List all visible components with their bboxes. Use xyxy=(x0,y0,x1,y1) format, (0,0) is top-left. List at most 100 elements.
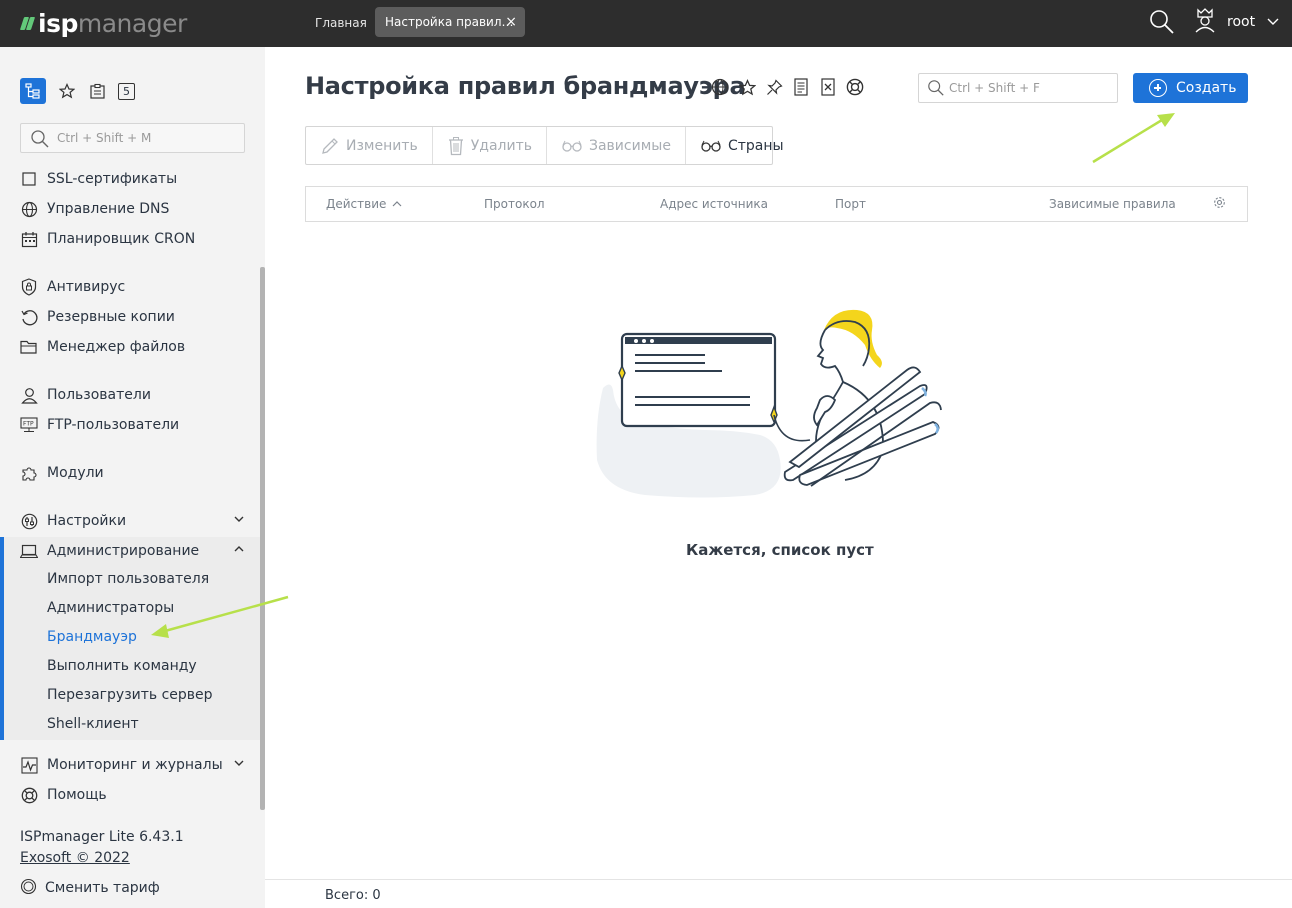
sidebar-item-users[interactable]: Пользователи xyxy=(20,383,151,407)
sidebar-tools: 5 xyxy=(20,78,135,104)
clipboard-icon[interactable] xyxy=(88,82,106,100)
shield-icon xyxy=(20,278,38,296)
tree-view-icon[interactable] xyxy=(20,78,46,104)
sidebar-item-label: Резервные копии xyxy=(47,309,175,325)
user-icon xyxy=(20,386,38,404)
total-count: Всего: 0 xyxy=(325,888,381,903)
sidebar-subitem-administrators[interactable]: Администраторы xyxy=(47,596,174,620)
column-dependent-rules[interactable]: Зависимые правила xyxy=(1049,187,1176,221)
table-search-input[interactable] xyxy=(949,74,1114,102)
logo-mark-icon xyxy=(19,16,36,30)
change-plan-link[interactable]: Сменить тариф xyxy=(20,877,160,899)
sidebar-item-label: Мониторинг и журналы xyxy=(47,757,223,773)
create-button[interactable]: Создать xyxy=(1133,73,1248,103)
status-bar: Всего: 0 xyxy=(265,879,1292,908)
delete-button[interactable]: Удалить xyxy=(433,127,547,164)
svg-text:FTP: FTP xyxy=(23,421,34,428)
change-plan-label: Сменить тариф xyxy=(45,880,160,896)
action-toolbar: Изменить Удалить Зависимые Страны xyxy=(305,126,784,165)
ftp-icon: FTP xyxy=(20,416,38,434)
sidebar-item-label: FTP-пользователи xyxy=(47,417,180,433)
user-name: root xyxy=(1227,14,1256,30)
backup-icon xyxy=(20,308,38,326)
sidebar-item-ftp-users[interactable]: FTP FTP-пользователи xyxy=(20,413,179,437)
excel-export-icon[interactable] xyxy=(819,78,837,96)
sidebar-item-modules[interactable]: Модули xyxy=(20,461,104,485)
edit-button-label: Изменить xyxy=(346,137,418,154)
sidebar-item-label: Администрирование xyxy=(47,543,200,559)
title-actions xyxy=(711,78,873,96)
sidebar-item-dns[interactable]: Управление DNS xyxy=(20,197,169,221)
settings-icon xyxy=(20,512,38,530)
tab-firewall-rules[interactable]: Настройка правил… × xyxy=(375,7,525,37)
column-source-address[interactable]: Адрес источника xyxy=(660,187,768,221)
sidebar-item-label: Модули xyxy=(47,465,104,481)
sort-asc-icon xyxy=(392,197,402,211)
coin-icon xyxy=(20,878,37,899)
chevron-down-icon xyxy=(1267,14,1279,30)
logo-text-manager: manager xyxy=(77,8,187,38)
sidebar-item-monitoring[interactable]: Мониторинг и журналы xyxy=(20,753,252,777)
sidebar-item-label: Управление DNS xyxy=(47,201,170,217)
pin-icon[interactable] xyxy=(765,78,783,96)
chevron-up-icon xyxy=(233,543,245,559)
countries-button[interactable]: Страны xyxy=(686,127,798,164)
certificate-icon xyxy=(20,170,38,188)
sidebar-item-label: Помощь xyxy=(47,787,107,803)
sidebar-subitem-run-command[interactable]: Выполнить команду xyxy=(47,654,197,678)
sidebar-item-help[interactable]: Помощь xyxy=(20,783,107,807)
version-text: ISPmanager Lite 6.43.1 xyxy=(20,829,184,845)
laptop-icon xyxy=(20,542,38,560)
chevron-down-icon xyxy=(233,757,245,773)
document-icon[interactable] xyxy=(792,78,810,96)
globe-help-icon[interactable] xyxy=(711,78,729,96)
table-header: Действие Протокол Адрес источника Порт З… xyxy=(305,186,1248,222)
column-protocol[interactable]: Протокол xyxy=(484,187,545,221)
copyright-link[interactable]: Exosoft © 2022 xyxy=(20,850,130,866)
sidebar-item-backups[interactable]: Резервные копии xyxy=(20,305,175,329)
sidebar-item-antivirus[interactable]: Антивирус xyxy=(20,275,125,299)
edit-button[interactable]: Изменить xyxy=(306,127,433,164)
puzzle-icon xyxy=(20,464,38,482)
sidebar-item-administration[interactable]: Администрирование xyxy=(20,539,252,563)
sidebar-subitem-firewall[interactable]: Брандмауэр xyxy=(47,625,137,649)
sidebar-subitem-import-user[interactable]: Импорт пользователя xyxy=(47,567,209,591)
sidebar-item-file-manager[interactable]: Менеджер файлов xyxy=(20,335,185,359)
delete-button-label: Удалить xyxy=(470,137,532,154)
sidebar-item-ssl[interactable]: SSL-сертификаты xyxy=(20,167,177,191)
search-icon[interactable] xyxy=(1149,9,1175,35)
column-action[interactable]: Действие xyxy=(326,187,402,221)
dependent-button[interactable]: Зависимые xyxy=(547,127,686,164)
table-search[interactable] xyxy=(918,73,1118,103)
column-label: Действие xyxy=(326,197,387,211)
star-icon[interactable] xyxy=(738,78,756,96)
counter-badge[interactable]: 5 xyxy=(118,82,135,100)
sidebar-subitem-reboot-server[interactable]: Перезагрузить сервер xyxy=(47,683,213,707)
search-icon xyxy=(30,129,50,153)
trash-icon xyxy=(447,136,465,156)
app-logo[interactable]: isp manager xyxy=(19,7,187,39)
monitoring-icon xyxy=(20,756,38,774)
column-port[interactable]: Порт xyxy=(835,187,866,221)
countries-button-label: Страны xyxy=(727,137,784,154)
sidebar-scrollbar[interactable] xyxy=(260,267,265,810)
sidebar-item-settings[interactable]: Настройки xyxy=(20,509,252,533)
lifebuoy-icon[interactable] xyxy=(846,78,864,96)
pencil-icon xyxy=(320,136,340,156)
sidebar: 5 SSL-сертификаты Управление DNS Планиро… xyxy=(0,47,265,908)
tab-label: Настройка правил… xyxy=(385,15,514,29)
sidebar-item-cron[interactable]: Планировщик CRON xyxy=(20,227,195,251)
glasses-icon xyxy=(561,139,583,153)
star-icon[interactable] xyxy=(58,82,76,100)
sidebar-item-label: Менеджер файлов xyxy=(47,339,186,355)
plus-circle-icon xyxy=(1149,79,1167,97)
sidebar-item-label: SSL-сертификаты xyxy=(47,171,178,187)
sidebar-search-input[interactable] xyxy=(57,124,242,152)
tab-home[interactable]: Главная xyxy=(305,8,377,38)
sidebar-subitem-shell-client[interactable]: Shell-клиент xyxy=(47,712,139,736)
chevron-down-icon xyxy=(233,513,245,529)
sidebar-search[interactable] xyxy=(20,123,245,153)
column-settings-icon[interactable] xyxy=(1213,188,1226,222)
user-menu[interactable]: root xyxy=(1193,6,1279,38)
close-tab-icon[interactable]: × xyxy=(505,7,517,37)
